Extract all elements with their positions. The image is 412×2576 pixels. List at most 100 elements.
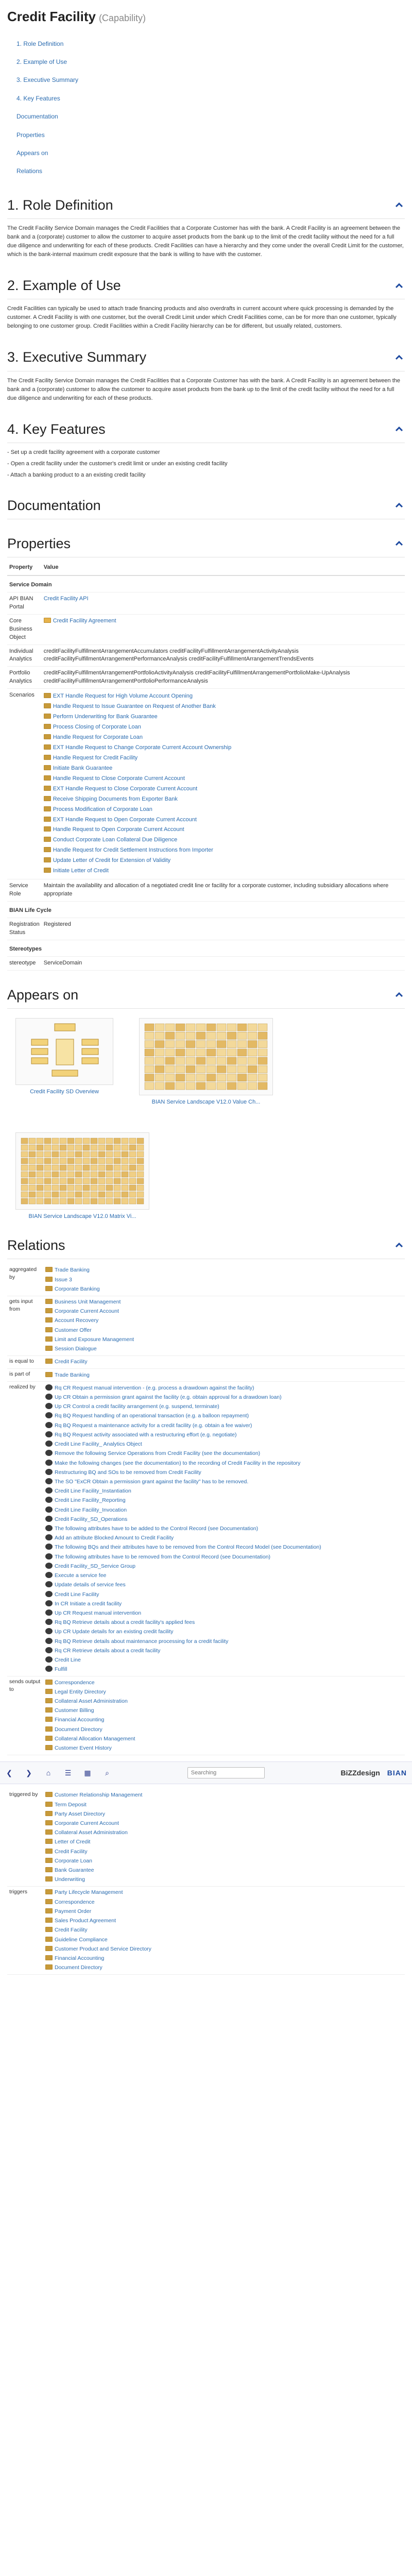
diagram-thumbnail[interactable]: Credit Facility SD Overview [15,1018,113,1107]
relation-link[interactable]: Bank Guarantee [55,1867,94,1873]
section-role-definition[interactable]: 1. Role Definition [7,188,405,219]
scenario-link[interactable]: Handle Request to Close Corporate Curren… [53,775,185,782]
relation-link[interactable]: Corporate Loan [55,1858,92,1864]
relation-link[interactable]: Rq CR Request manual intervention - (e.g… [55,1385,254,1391]
scenario-link[interactable]: Handle Request to Open Corporate Current… [53,826,184,833]
relation-link[interactable]: Remove the following Service Operations … [55,1450,260,1456]
relation-link[interactable]: Up CR Update details for an existing cre… [55,1629,174,1635]
chevron-up-icon[interactable] [393,199,405,211]
relation-link[interactable]: Customer Billing [55,1707,94,1714]
relation-link[interactable]: Payment Order [55,1908,91,1914]
chevron-up-icon[interactable] [393,500,405,511]
core-business-object-link[interactable]: Credit Facility Agreement [53,618,116,624]
scenario-link[interactable]: Process Modification of Corporate Loan [53,806,152,812]
relation-link[interactable]: Restructuring BQ and SOs to be removed f… [55,1469,201,1476]
relation-link[interactable]: Business Unit Management [55,1299,121,1305]
scenario-link[interactable]: Handle Request for Corporate Loan [53,734,143,740]
section-documentation[interactable]: Documentation [7,488,405,519]
relation-link[interactable]: Collateral Allocation Management [55,1736,135,1742]
relation-link[interactable]: Document Directory [55,1964,102,1971]
relation-link[interactable]: Credit Facility [55,1927,88,1933]
scenario-link[interactable]: Process Closing of Corporate Loan [53,724,141,730]
relation-link[interactable]: Up CR Request manual intervention [55,1610,141,1616]
scenario-link[interactable]: Initiate Bank Guarantee [53,765,113,771]
relation-link[interactable]: Corporate Banking [55,1286,100,1292]
relation-link[interactable]: Credit Line Facility_Instantiation [55,1488,131,1494]
toc-link[interactable]: 1. Role Definition [16,35,405,53]
relation-link[interactable]: Credit Line Facility_Invocation [55,1507,127,1513]
relation-link[interactable]: Credit Facility [55,1849,88,1855]
chevron-up-icon[interactable] [393,538,405,549]
diagram-caption[interactable]: BIAN Service Landscape V12.0 Value Ch... [152,1099,261,1105]
diagram-caption[interactable]: BIAN Service Landscape V12.0 Matrix Vi..… [29,1213,136,1219]
relation-link[interactable]: Party Asset Directory [55,1811,105,1817]
scenario-link[interactable]: EXT Handle Request for High Volume Accou… [53,693,193,699]
scenario-link[interactable]: Handle Request for Credit Facility [53,755,138,761]
toc-link[interactable]: Appears on [16,144,405,162]
relation-link[interactable]: The following attributes have to be adde… [55,1526,258,1532]
scenario-link[interactable]: Perform Underwriting for Bank Guarantee [53,714,158,720]
toc-link[interactable]: 2. Example of Use [16,53,405,71]
relation-link[interactable]: Customer Relationship Management [55,1792,142,1798]
section-relations[interactable]: Relations [7,1228,405,1259]
relation-link[interactable]: Credit Line [55,1657,81,1663]
section-key-features[interactable]: 4. Key Features [7,412,405,443]
toc-link[interactable]: 3. Executive Summary [16,71,405,89]
relation-link[interactable]: Trade Banking [55,1372,90,1378]
relation-link[interactable]: Corporate Current Account [55,1820,119,1826]
chevron-up-icon[interactable] [393,989,405,1001]
relation-link[interactable]: Credit Facility_SD_Operations [55,1516,127,1522]
relation-link[interactable]: The following attributes have to be remo… [55,1554,270,1560]
relation-link[interactable]: Limit and Exposure Management [55,1336,134,1343]
section-executive-summary[interactable]: 3. Executive Summary [7,340,405,371]
relation-link[interactable]: Rq BQ Retrieve details about a credit fa… [55,1619,195,1625]
relation-link[interactable]: Term Deposit [55,1802,87,1808]
section-properties[interactable]: Properties [7,527,405,557]
relation-link[interactable]: Legal Entity Directory [55,1689,106,1695]
relation-link[interactable]: Credit Facility [55,1359,88,1365]
scenario-link[interactable]: Update Letter of Credit for Extension of… [53,857,170,863]
relation-link[interactable]: Letter of Credit [55,1839,90,1845]
relation-link[interactable]: Rq BQ Request a maintenance activity for… [55,1422,252,1429]
relation-link[interactable]: Rq BQ Request activity associated with a… [55,1432,236,1438]
relation-link[interactable]: The SO "ExCR Obtain a permission grant a… [55,1479,248,1485]
list-icon[interactable]: ☰ [64,1769,72,1777]
relation-link[interactable]: Correspondence [55,1899,95,1905]
relation-link[interactable]: Rq BQ Request handling of an operational… [55,1413,249,1419]
scenario-link[interactable]: Receive Shipping Documents from Exporter… [53,796,178,802]
chevron-left-icon[interactable]: ❮ [5,1769,13,1777]
scenario-link[interactable]: Conduct Corporate Loan Collateral Due Di… [53,837,178,843]
relation-link[interactable]: In CR Initiate a credit facility [55,1601,122,1607]
scenario-link[interactable]: EXT Handle Request to Open Corporate Cur… [53,817,197,823]
relation-link[interactable]: Guideline Compliance [55,1937,108,1943]
chevron-up-icon[interactable] [393,352,405,363]
scenario-link[interactable]: Handle Request for Credit Settlement Ins… [53,847,213,853]
relation-link[interactable]: Make the following changes (see the docu… [55,1460,300,1466]
relation-link[interactable]: Session Dialogue [55,1346,97,1352]
relation-link[interactable]: Credit Line Facility_Reporting [55,1497,126,1503]
relation-link[interactable]: Issue 3 [55,1277,72,1283]
api-portal-link[interactable]: Credit Facility API [44,596,89,602]
chevron-up-icon[interactable] [393,280,405,292]
relation-link[interactable]: Document Directory [55,1726,102,1733]
chevron-up-icon[interactable] [393,1240,405,1251]
toc-link[interactable]: Properties [16,126,405,144]
home-icon[interactable]: ⌂ [44,1769,53,1777]
search-icon[interactable]: ⌕ [103,1769,111,1777]
relation-link[interactable]: Rq CR Retrieve details about a credit fa… [55,1648,160,1654]
toc-link[interactable]: 4. Key Features [16,90,405,108]
diagram-thumbnail[interactable]: BIAN Service Landscape V12.0 Matrix Vi..… [15,1132,149,1221]
relation-link[interactable]: Underwriting [55,1876,85,1883]
relation-link[interactable]: Financial Accounting [55,1955,104,1961]
relation-link[interactable]: Account Recovery [55,1317,98,1324]
relation-link[interactable]: Collateral Asset Administration [55,1698,128,1704]
relation-link[interactable]: Customer Product and Service Directory [55,1946,151,1952]
toc-link[interactable]: Documentation [16,108,405,126]
relation-link[interactable]: Party Lifecycle Management [55,1889,123,1895]
relation-link[interactable]: Sales Product Agreement [55,1918,116,1924]
diagram-thumbnail[interactable]: BIAN Service Landscape V12.0 Value Ch... [139,1018,273,1107]
relation-link[interactable]: Rq BQ Retrieve details about maintenance… [55,1638,228,1645]
relation-link[interactable]: Execute a service fee [55,1572,106,1579]
toc-link[interactable]: Relations [16,162,405,180]
relation-link[interactable]: Fulfill [55,1666,67,1672]
